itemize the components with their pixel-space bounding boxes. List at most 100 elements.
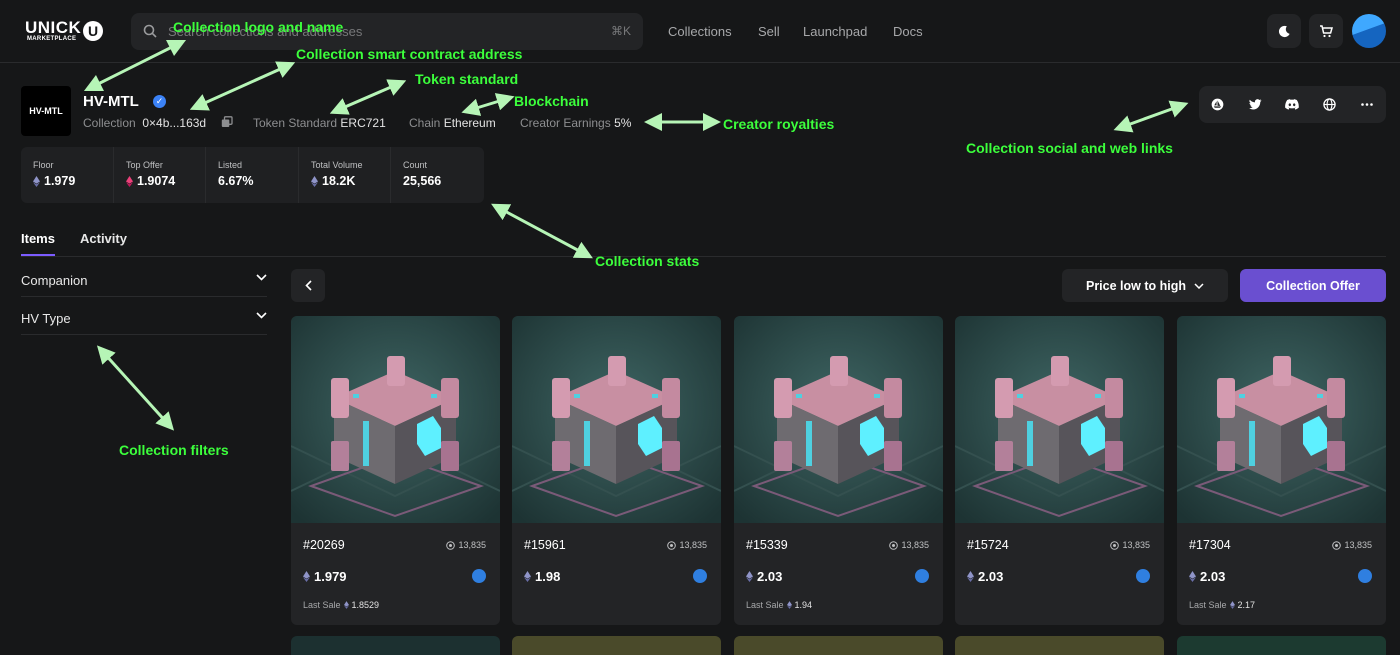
- logo-u-badge: U: [83, 21, 103, 41]
- filter-hv-type[interactable]: HV Type: [21, 297, 267, 335]
- stat-label: Total Volume: [311, 160, 363, 170]
- stat-label: Count: [403, 160, 428, 170]
- eth-icon: [33, 175, 40, 187]
- social-links: [1199, 86, 1386, 123]
- sort-dropdown[interactable]: Price low to high: [1062, 269, 1228, 302]
- copy-icon[interactable]: [221, 116, 233, 128]
- discord-link[interactable]: [1274, 86, 1311, 123]
- tab-activity[interactable]: Activity: [80, 231, 127, 246]
- marketplace-icon: [1136, 569, 1150, 583]
- stat-value-row: 1.9074: [126, 174, 205, 188]
- nft-image: [291, 316, 500, 523]
- rarity-icon: [446, 540, 456, 550]
- cart-button[interactable]: [1309, 14, 1343, 48]
- contract-address[interactable]: 0×4b...163d: [142, 116, 206, 130]
- stat-value: 1.9074: [137, 174, 176, 188]
- globe-icon: [1323, 98, 1337, 111]
- avatar[interactable]: [1352, 14, 1386, 48]
- nft-card[interactable]: #20269 13,835 1.979 Last Sale 1.8529: [291, 316, 500, 625]
- rarity-rank: 13,835: [446, 540, 486, 550]
- nft-card[interactable]: #17304 13,835 2.03 Last Sale 2.17: [1177, 316, 1386, 625]
- annotation-blockchain: Blockchain: [514, 93, 589, 109]
- nft-card-partial[interactable]: [734, 636, 943, 655]
- nft-card-partial[interactable]: [955, 636, 1164, 655]
- creator-earnings-label: Creator Earnings: [520, 116, 611, 130]
- more-icon: [1361, 103, 1374, 106]
- marketplace-icon: [915, 569, 929, 583]
- nav-docs[interactable]: Docs: [893, 24, 923, 39]
- marketplace-logo[interactable]: UNICK U MARKETPLACE: [25, 19, 105, 45]
- twitter-link[interactable]: [1236, 86, 1273, 123]
- collection-offer-button[interactable]: Collection Offer: [1240, 269, 1386, 302]
- search-icon: [143, 24, 157, 38]
- stat-total-volume: Total Volume 18.2K: [299, 147, 391, 203]
- nft-card[interactable]: #15339 13,835 2.03 Last Sale 1.94: [734, 316, 943, 625]
- nft-card[interactable]: #15724 13,835 2.03: [955, 316, 1164, 625]
- nft-card-partial[interactable]: [512, 636, 721, 655]
- rarity-rank: 13,835: [889, 540, 929, 550]
- eth-icon: [1189, 571, 1196, 582]
- last-sale-value: 2.17: [1237, 600, 1256, 610]
- moon-icon: [1278, 25, 1290, 37]
- last-sale: Last Sale 2.17: [1189, 600, 1255, 610]
- creator-earnings-value: 5%: [614, 116, 632, 130]
- stat-value: 18.2K: [322, 174, 356, 188]
- collection-name: HV-MTL: [83, 93, 139, 110]
- theme-toggle-button[interactable]: [1267, 14, 1301, 48]
- website-link[interactable]: [1311, 86, 1348, 123]
- rarity-rank: 13,835: [667, 540, 707, 550]
- last-sale: Last Sale 1.8529: [303, 600, 379, 610]
- stat-label: Top Offer: [126, 160, 163, 170]
- rarity-icon: [1110, 540, 1120, 550]
- chevron-down-icon: [256, 274, 267, 281]
- last-sale: Last Sale 1.94: [746, 600, 812, 610]
- collapse-filters-button[interactable]: [291, 269, 325, 302]
- collection-address-label: Collection: [83, 116, 136, 130]
- nav-collections[interactable]: Collections: [668, 24, 732, 39]
- rarity-rank: 13,835: [1110, 540, 1150, 550]
- nft-card-partial[interactable]: [291, 636, 500, 655]
- chain-value: Ethereum: [443, 116, 496, 130]
- annotation-social: Collection social and web links: [966, 140, 1173, 156]
- last-sale-label: Last Sale: [1189, 600, 1227, 610]
- opensea-link[interactable]: [1199, 86, 1236, 123]
- listing-price: 2.03: [967, 569, 1003, 584]
- discord-icon: [1285, 99, 1300, 110]
- stat-value-row: 18.2K: [311, 174, 390, 188]
- price-value: 2.03: [1200, 569, 1226, 584]
- chevron-down-icon: [256, 312, 267, 319]
- nft-card-partial[interactable]: [1177, 636, 1386, 655]
- search-shortcut: ⌘K: [610, 24, 631, 38]
- nft-image: [955, 316, 1164, 523]
- token-id: #15961: [524, 538, 566, 552]
- eth-icon: [524, 571, 531, 582]
- nav-launchpad[interactable]: Launchpad: [803, 24, 867, 39]
- stat-value: 6.67%: [218, 174, 254, 188]
- token-id: #20269: [303, 538, 345, 552]
- weth-icon: [126, 175, 133, 187]
- token-id: #15724: [967, 538, 1009, 552]
- chevron-left-icon: [304, 280, 312, 291]
- eth-icon: [1229, 601, 1235, 609]
- rarity-icon: [667, 540, 677, 550]
- last-sale-label: Last Sale: [746, 600, 784, 610]
- tab-items[interactable]: Items: [21, 231, 55, 246]
- filter-companion[interactable]: Companion: [21, 259, 267, 297]
- more-button[interactable]: [1349, 86, 1386, 123]
- token-id: #15339: [746, 538, 788, 552]
- collection-logo: HV-MTL: [21, 86, 71, 136]
- rarity-value: 13,835: [1344, 540, 1372, 550]
- stat-value: 25,566: [403, 174, 442, 188]
- price-value: 1.979: [314, 569, 347, 584]
- nav-sell[interactable]: Sell: [758, 24, 780, 39]
- last-sale-value: 1.8529: [351, 600, 380, 610]
- opensea-icon: [1211, 98, 1224, 111]
- stat-top-offer: Top Offer 1.9074: [114, 147, 206, 203]
- token-standard: Token Standard ERC721: [253, 116, 386, 130]
- nft-card[interactable]: #15961 13,835 1.98: [512, 316, 721, 625]
- stat-floor: Floor 1.979: [21, 147, 114, 203]
- rarity-value: 13,835: [679, 540, 707, 550]
- stat-value: 1.979: [44, 174, 76, 188]
- rarity-rank: 13,835: [1332, 540, 1372, 550]
- price-value: 2.03: [978, 569, 1004, 584]
